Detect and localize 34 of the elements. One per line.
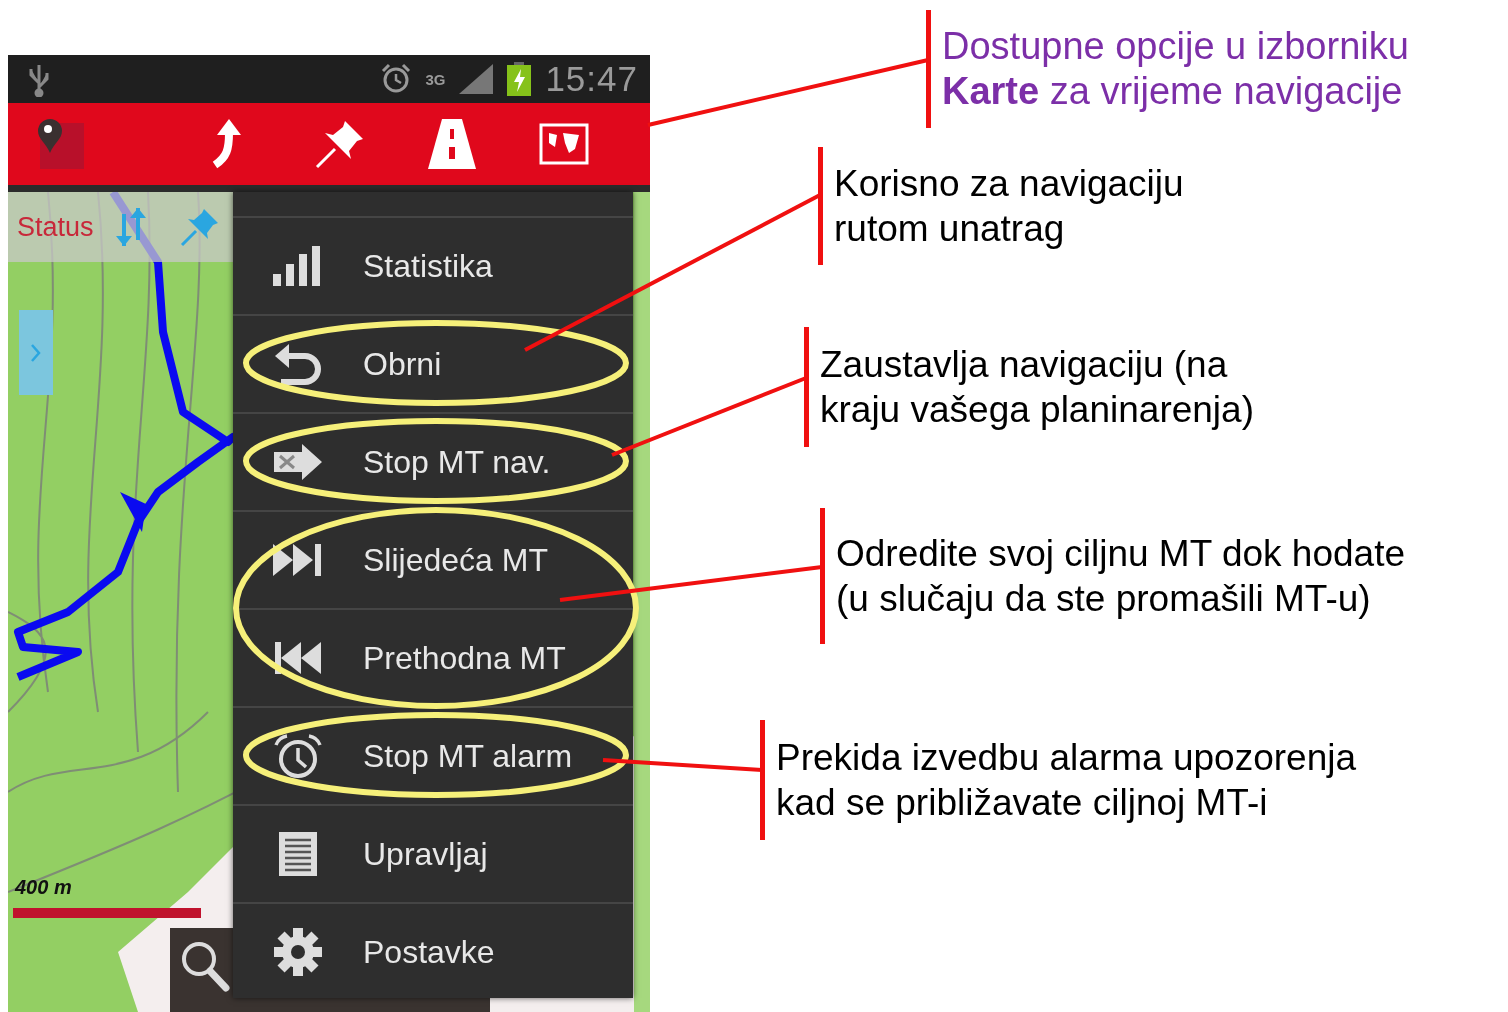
callout-text: Dostupne opcije u izborniku Karte za vrijeme navigacije <box>942 24 1410 114</box>
alarm-clock-icon <box>273 733 323 779</box>
status-label: Status <box>17 211 94 243</box>
alarm-clock-icon <box>381 63 412 95</box>
search-icon <box>180 940 230 992</box>
app-logo-icon[interactable] <box>36 119 84 169</box>
network-type: 3G <box>425 71 446 87</box>
menu-item[interactable]: Stop MT alarm <box>233 706 633 804</box>
clock-time: 15:47 <box>545 59 638 99</box>
signal-icon <box>459 64 494 94</box>
pushpin-icon[interactable] <box>315 119 365 169</box>
callout-text: Odredite svoj ciljnu MT dok hodate (u slučaju da ste promašili MT-u) <box>836 532 1406 621</box>
road-icon[interactable] <box>428 119 476 169</box>
callout-text: Prekida izvedbu alarma upozorenja kad se približavate ciljnoj MT-i <box>776 736 1357 825</box>
skip-forward-icon <box>273 544 323 576</box>
menu-item[interactable]: Statistika <box>233 216 633 314</box>
scale-label: 400 m <box>15 876 72 899</box>
callout-text: Zaustavlja navigaciju (na kraju vašega planinarenja) <box>820 343 1255 432</box>
bar-chart-icon <box>273 246 323 286</box>
map-icon[interactable] <box>539 123 589 165</box>
settings-icon <box>274 928 322 976</box>
menu-item[interactable]: Upravljaj <box>233 804 633 902</box>
menu-item[interactable]: Stop MT nav. <box>233 412 633 510</box>
menu-item[interactable]: Obrni <box>233 314 633 412</box>
chevron-icon <box>31 343 41 362</box>
menu-item[interactable]: Prethodna MT <box>233 608 633 706</box>
document-icon <box>279 832 317 876</box>
skip-back-icon <box>273 642 323 674</box>
callout-text: Korisno za navigaciju rutom unatrag <box>834 162 1185 251</box>
menu-item[interactable]: Slijedeća MT <box>233 510 633 608</box>
battery-icon <box>507 62 532 96</box>
arrow-sign-icon <box>272 442 324 482</box>
menu-item[interactable]: Postavke <box>233 902 633 1000</box>
undo-arrow-icon <box>273 342 323 386</box>
